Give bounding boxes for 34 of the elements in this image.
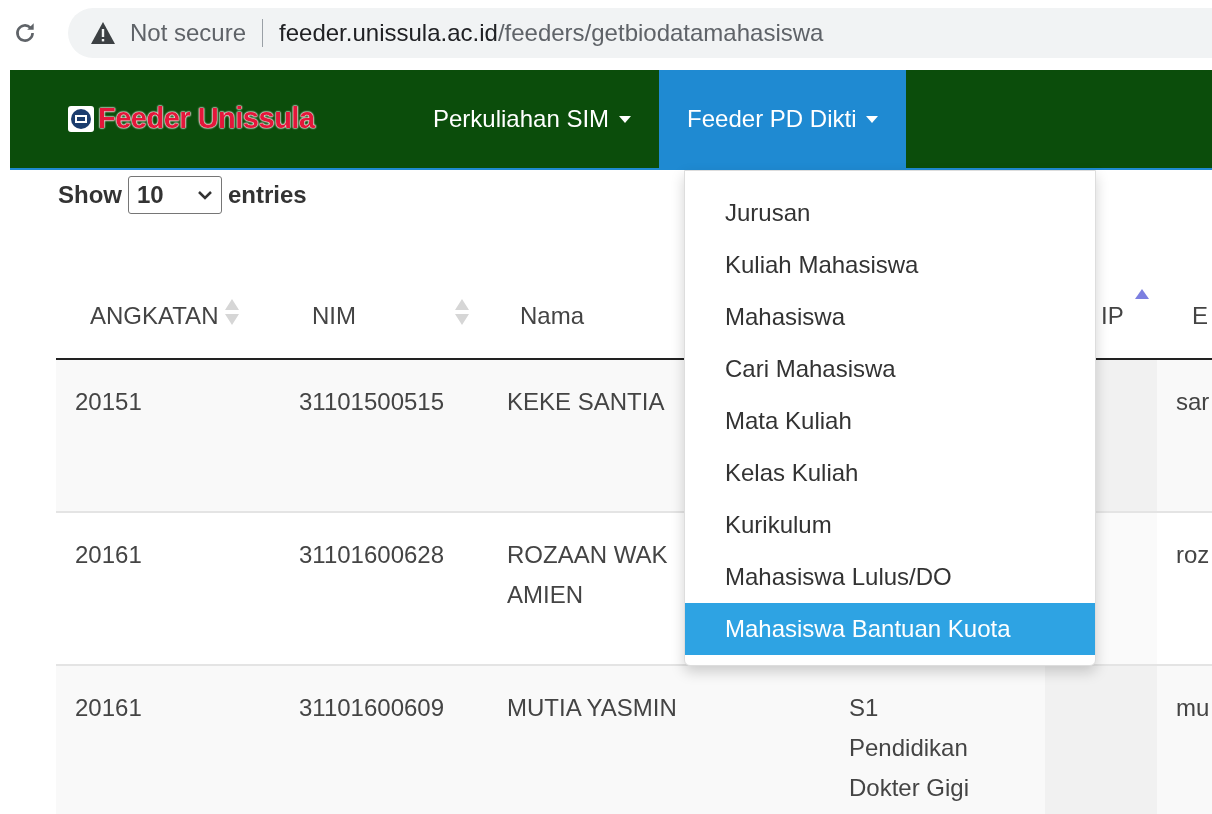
column-header[interactable]: E [1157, 281, 1212, 358]
entries-label: entries [228, 180, 307, 210]
table-cell-text: mu [1176, 693, 1210, 723]
show-label: Show [58, 180, 122, 210]
table-cell-text: 31101600628 [299, 540, 445, 570]
security-label: Not secure [130, 18, 247, 48]
table-cell-text: 31101600609 [299, 693, 445, 723]
table-cell-text: S1 Pendidikan Dokter Gigi [849, 693, 970, 803]
table-cell-text: 20161 [75, 540, 142, 570]
column-header[interactable]: NIM [280, 281, 488, 358]
dropdown-item[interactable]: Jurusan [685, 187, 1095, 239]
table-cell-text: 31101500515 [299, 387, 445, 417]
logo-icon [68, 106, 94, 132]
chevron-down-icon [197, 190, 213, 200]
dropdown-item[interactable]: Kurikulum [685, 499, 1095, 551]
table-cell-text: 20151 [75, 387, 142, 417]
table-cell-text: ROZAAN WAK AMIEN [507, 540, 668, 610]
caret-icon [866, 115, 879, 123]
caret-icon [619, 115, 632, 123]
table-cell-text: MUTIA YASMIN [507, 693, 677, 723]
url-text: feeder.unissula.ac.id/feeders/getbiodatamahasiswa [279, 18, 824, 48]
warning-icon [90, 21, 116, 45]
dropdown-item[interactable]: Mata Kuliah [685, 395, 1095, 447]
entries-select[interactable]: 10 [128, 176, 222, 214]
dropdown-item[interactable]: Kelas Kuliah [685, 447, 1095, 499]
address-bar[interactable]: Not secure feeder.unissula.ac.id/feeders/getbiodatamahasiswa [68, 8, 1212, 58]
nav-menu-item[interactable]: Feeder PD Dikti [659, 70, 907, 168]
nav-menu-item[interactable]: Perkuliahan SIM [405, 70, 660, 168]
table-cell-text: sar [1176, 387, 1210, 417]
table-cell-text: 20161 [75, 693, 142, 723]
dropdown-item[interactable]: Mahasiswa Lulus/DO [685, 551, 1095, 603]
table-cell-text: KEKE SANTIA [507, 387, 665, 417]
column-header[interactable]: ANGKATAN [56, 281, 280, 358]
table-cell-text: roz [1176, 540, 1210, 570]
